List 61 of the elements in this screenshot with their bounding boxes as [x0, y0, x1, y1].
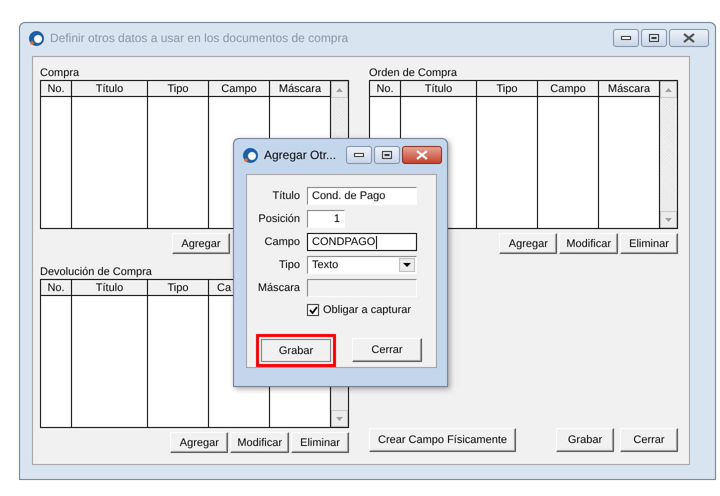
minimize-button[interactable] [613, 29, 639, 47]
column-header[interactable]: Tipo [477, 81, 537, 97]
window-title: Definir otros datos a usar en los documentos de compra [50, 31, 348, 45]
column-header[interactable]: Título [72, 81, 147, 97]
grid-action-button[interactable]: Agregar [172, 233, 230, 254]
column-header[interactable]: Máscara [599, 81, 659, 97]
maximize-button[interactable] [641, 29, 667, 47]
group-label: Orden de Compra [369, 67, 458, 80]
input-field[interactable]: 1 [307, 210, 345, 228]
field-label: Posición [257, 213, 301, 225]
column-header[interactable]: No. [370, 81, 400, 97]
down-arrow-icon [336, 416, 343, 420]
field-label: Campo [264, 236, 301, 248]
app-logo-icon [242, 146, 259, 164]
column-header[interactable]: Tipo [148, 81, 208, 97]
dropdown-arrow-icon [403, 263, 411, 267]
column-header[interactable]: Tipo [148, 280, 208, 296]
input-field[interactable]: CONDPAGO [307, 233, 417, 251]
minimize-button[interactable] [346, 146, 372, 164]
up-arrow-icon [336, 88, 343, 92]
grid-action-button[interactable]: Agregar [170, 432, 228, 453]
minimize-icon [354, 153, 364, 157]
column-header[interactable]: No. [41, 81, 71, 97]
grid-action-button[interactable]: Eliminar [620, 233, 678, 254]
maximize-button[interactable] [374, 146, 400, 164]
grid-action-button[interactable]: Agregar [499, 233, 558, 254]
checkbox[interactable] [307, 304, 319, 316]
field-label: Título [271, 190, 301, 202]
close-button[interactable] [402, 146, 442, 164]
checkbox-label: Obligar a capturar [323, 304, 412, 316]
field-label: Tipo [278, 259, 301, 271]
group-label: Compra [40, 67, 80, 80]
group-label: Devolución de Compra [40, 266, 153, 279]
grid-action-button[interactable]: Modificar [230, 432, 289, 453]
type-dropdown[interactable]: Texto [307, 256, 417, 274]
up-arrow-icon [665, 88, 672, 92]
field-label: Máscara [256, 282, 301, 294]
footer-button[interactable]: Grabar [556, 428, 614, 452]
app-logo-icon [28, 30, 45, 46]
down-arrow-icon [665, 218, 672, 222]
dialog-button[interactable]: Grabar [256, 334, 336, 367]
grid-action-button[interactable]: Eliminar [291, 432, 349, 453]
column-header[interactable]: Título [401, 81, 476, 97]
close-icon [416, 150, 428, 160]
maximize-icon [382, 151, 392, 159]
window-title: Agregar Otr... [264, 148, 336, 162]
maximize-icon [649, 34, 659, 42]
minimize-icon [621, 36, 631, 40]
close-button[interactable] [669, 29, 709, 47]
input-field[interactable]: Cond. de Pago [307, 187, 417, 205]
check-icon [308, 306, 318, 314]
footer-button[interactable]: Cerrar [620, 428, 678, 452]
column-header[interactable]: Campo [538, 81, 598, 97]
column-header[interactable]: Máscara [270, 81, 330, 97]
column-header[interactable]: Título [72, 280, 147, 296]
close-icon [683, 33, 695, 43]
create-field-button[interactable]: Crear Campo Físicamente [369, 428, 516, 452]
column-header[interactable]: No. [41, 280, 71, 296]
grid-action-button[interactable]: Modificar [559, 233, 618, 254]
column-header[interactable]: Campo [209, 81, 269, 97]
dialog-button[interactable]: Cerrar [352, 338, 422, 362]
